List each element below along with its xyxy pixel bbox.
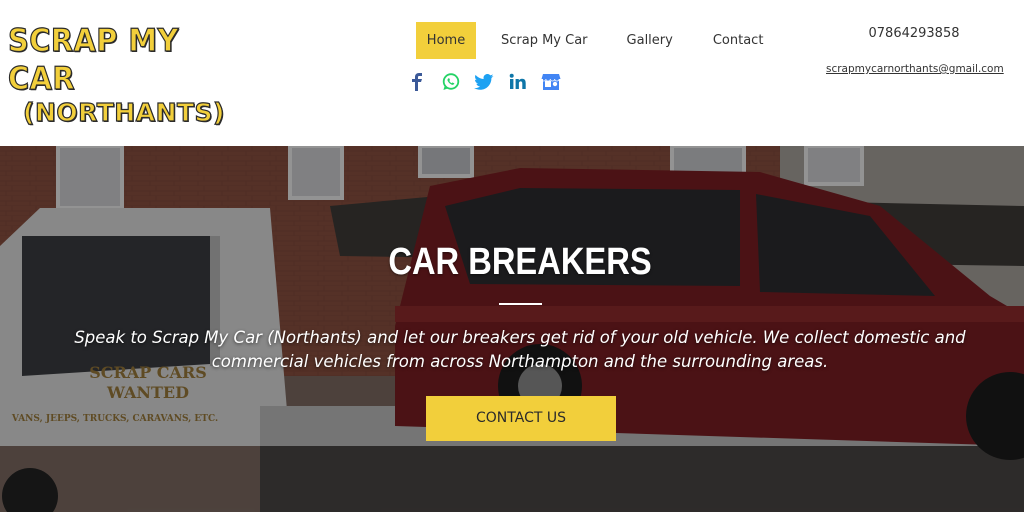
- contact-us-button[interactable]: CONTACT US: [426, 396, 616, 441]
- logo-line-2: (NORTHANTS): [22, 97, 225, 127]
- social-links: [406, 71, 574, 93]
- logo-line-1: SCRAP MY CAR: [7, 22, 179, 97]
- nav-home[interactable]: Home: [416, 22, 476, 59]
- nav-gallery[interactable]: Gallery: [614, 22, 686, 59]
- hero-description: Speak to Scrap My Car (Northants) and le…: [74, 328, 966, 371]
- hero-section: SCRAP CARS WANTED VANS, JEEPS, TRUCKS, C…: [0, 146, 1024, 512]
- main-nav: Home Scrap My Car Gallery Contact: [416, 22, 776, 59]
- linkedin-icon[interactable]: [507, 71, 529, 93]
- site-header: SCRAP MY CAR (NORTHANTS) Home Scrap My C…: [0, 0, 1024, 146]
- hero-title: CAR BREAKERS: [388, 241, 652, 283]
- email-link[interactable]: scrapmycarnorthants@gmail.com: [826, 63, 1004, 75]
- facebook-icon[interactable]: [406, 71, 428, 93]
- site-logo[interactable]: SCRAP MY CAR (NORTHANTS): [7, 22, 240, 128]
- nav-scrap-my-car[interactable]: Scrap My Car: [488, 22, 601, 59]
- whatsapp-icon[interactable]: [440, 71, 462, 93]
- twitter-icon[interactable]: [473, 71, 495, 93]
- phone-number[interactable]: 07864293858: [868, 26, 960, 41]
- nav-contact[interactable]: Contact: [700, 22, 777, 59]
- hero-divider: [499, 303, 542, 305]
- google-business-icon[interactable]: [540, 71, 562, 93]
